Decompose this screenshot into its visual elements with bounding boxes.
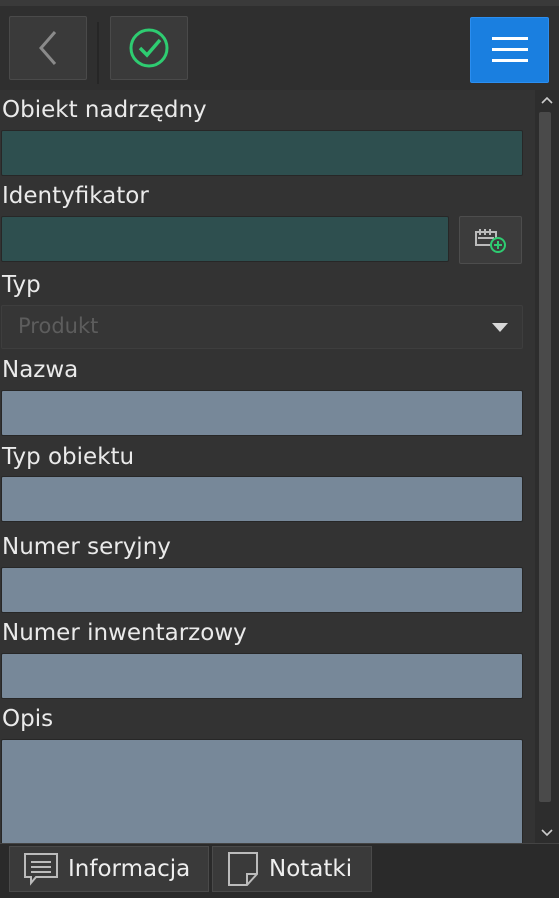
back-button[interactable] [9,16,87,80]
tab-informacja-label: Informacja [68,856,191,882]
object-type-label: Typ obiektu [2,444,135,470]
identifier-field[interactable] [1,216,449,262]
scroll-up-button[interactable] [535,90,559,110]
description-field[interactable] [1,739,523,843]
identifier-label: Identyfikator [2,183,149,209]
bottom-tab-bar: Informacja Notatki [0,843,559,898]
chevron-up-icon [541,96,553,104]
toolbar [0,0,559,90]
tab-notatki-label: Notatki [269,856,353,882]
hamburger-menu-icon [491,37,528,62]
message-icon [24,853,58,886]
menu-button[interactable] [470,17,549,83]
chevron-left-icon [39,31,57,65]
object-type-field[interactable] [1,476,523,522]
serial-number-field[interactable] [1,567,523,613]
name-label: Nazwa [2,357,79,383]
tab-informacja[interactable]: Informacja [9,846,209,892]
scroll-thumb[interactable] [539,112,551,802]
name-field[interactable] [1,390,523,436]
chevron-down-icon [541,829,553,837]
serial-number-label: Numer seryjny [2,534,171,560]
parent-object-label: Obiekt nadrzędny [2,97,207,123]
type-select-value: Produkt [18,314,99,338]
inventory-number-label: Numer inwentarzowy [2,620,247,646]
add-identifier-button[interactable] [459,216,522,264]
object-form: Obiekt nadrzędny Identyfikator Typ Produ… [0,90,535,843]
description-label: Opis [2,706,54,732]
chevron-down-icon [492,323,508,332]
inventory-number-field[interactable] [1,653,523,699]
save-button[interactable] [110,16,188,80]
note-icon [228,852,258,886]
form-scrollbar[interactable] [535,90,559,843]
tab-notatki[interactable]: Notatki [212,846,372,892]
parent-object-field[interactable] [1,130,523,176]
check-circle-icon [129,28,169,68]
add-barcode-icon [474,229,506,253]
type-label: Typ [2,272,41,298]
type-select[interactable]: Produkt [1,305,523,349]
toolbar-separator [97,22,99,84]
scroll-down-button[interactable] [535,823,559,843]
